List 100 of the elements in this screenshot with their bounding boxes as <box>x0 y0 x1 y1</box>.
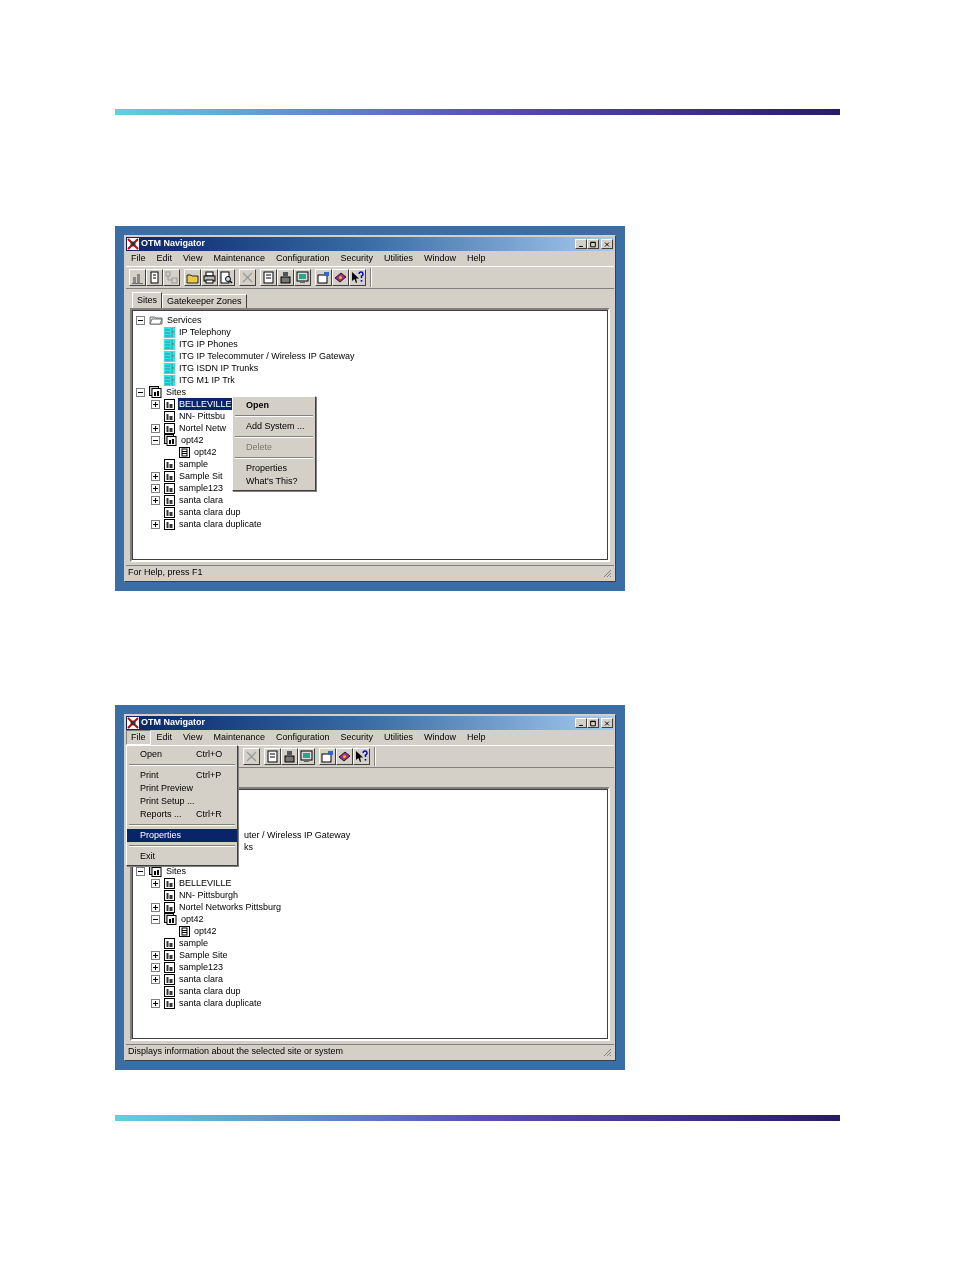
tree-item[interactable]: sample <box>178 937 209 949</box>
tree-item[interactable]: santa clara <box>178 973 225 985</box>
menu-item[interactable]: Reports ... Ctrl+R <box>127 808 237 821</box>
expander-toggle[interactable] <box>136 866 145 876</box>
toolbar-button[interactable] <box>298 748 315 765</box>
menu-bar-item[interactable]: Security <box>335 251 378 266</box>
maximize-button[interactable] <box>587 239 599 249</box>
expander-toggle[interactable] <box>151 519 160 529</box>
tree-item[interactable]: opt42 <box>180 434 205 446</box>
toolbar-button[interactable] <box>184 269 201 286</box>
tree-item[interactable]: sample123 <box>178 482 225 494</box>
tree-item[interactable]: sample <box>178 458 209 470</box>
menu-item[interactable]: Properties <box>233 462 315 475</box>
tab[interactable]: Gatekeeper Zones <box>162 294 247 308</box>
tree-item[interactable]: santa clara dup <box>178 506 242 518</box>
menu-bar-item[interactable]: Security <box>335 730 378 745</box>
resize-grip-icon[interactable] <box>602 1047 612 1057</box>
expander-toggle[interactable] <box>151 435 160 445</box>
tree-item[interactable]: ITG IP Phones <box>178 338 239 350</box>
menu-item[interactable]: Properties <box>127 829 237 842</box>
toolbar-button[interactable] <box>277 269 294 286</box>
toolbar-button[interactable] <box>243 748 260 765</box>
toolbar-button[interactable] <box>264 748 281 765</box>
toolbar-button[interactable] <box>129 269 146 286</box>
toolbar-button[interactable] <box>239 269 256 286</box>
toolbar-button[interactable] <box>146 269 163 286</box>
expander-toggle[interactable] <box>151 902 160 912</box>
tree-item[interactable]: Sites <box>165 386 187 398</box>
toolbar-button[interactable] <box>281 748 298 765</box>
menu-item[interactable]: Open Ctrl+O <box>127 748 237 761</box>
tree-item[interactable]: sample123 <box>178 961 225 973</box>
menu-item[interactable]: Print Preview <box>127 782 237 795</box>
tree-item[interactable]: Sample Site <box>178 949 229 961</box>
close-button[interactable] <box>601 239 613 249</box>
tree-item[interactable]: santa clara <box>178 494 225 506</box>
expander-toggle[interactable] <box>151 878 160 888</box>
expander-toggle[interactable] <box>151 495 160 505</box>
expander-toggle[interactable] <box>151 962 160 972</box>
maximize-button[interactable] <box>587 718 599 728</box>
menu-item[interactable]: Add System ... <box>233 420 315 433</box>
expander-toggle[interactable] <box>151 399 160 409</box>
menu-bar-item[interactable]: Window <box>419 730 462 745</box>
tree-item[interactable]: ITG ISDN IP Trunks <box>178 362 260 374</box>
close-button[interactable] <box>601 718 613 728</box>
expander-toggle[interactable] <box>151 471 160 481</box>
menu-bar-item[interactable]: Configuration <box>270 730 335 745</box>
menu-bar-item[interactable]: Help <box>462 251 491 266</box>
expander-toggle[interactable] <box>151 998 160 1008</box>
tree-item[interactable]: ITG IP Telecommuter / Wireless IP Gateway <box>178 350 356 362</box>
menu-item[interactable]: Open <box>233 399 315 412</box>
menu-bar-item[interactable]: Maintenance <box>208 730 270 745</box>
toolbar-button[interactable] <box>163 269 180 286</box>
menu-bar-item[interactable]: Maintenance <box>208 251 270 266</box>
minimize-button[interactable] <box>575 239 587 249</box>
tree-item[interactable]: santa clara dup <box>178 985 242 997</box>
menu-bar-item[interactable]: Edit <box>151 251 178 266</box>
menu-item[interactable]: What's This? <box>233 475 315 488</box>
menu-bar-item[interactable]: Window <box>419 251 462 266</box>
toolbar-button[interactable] <box>201 269 218 286</box>
tree-item[interactable]: NN- Pittsburgh <box>178 889 240 901</box>
tree-item[interactable]: santa clara duplicate <box>178 997 263 1009</box>
expander-toggle[interactable] <box>151 423 160 433</box>
tab[interactable]: Sites <box>132 292 162 308</box>
menu-item[interactable]: Print Ctrl+P <box>127 769 237 782</box>
tree-item[interactable]: opt42 <box>180 913 205 925</box>
tree-item[interactable]: BELLEVILLE <box>178 398 233 410</box>
menu-bar-item[interactable]: Help <box>462 730 491 745</box>
menu-bar-item[interactable]: Utilities <box>379 251 418 266</box>
menu-bar-item[interactable]: Configuration <box>270 251 335 266</box>
tree-item[interactable]: Sites <box>165 865 187 877</box>
tree-item[interactable]: Services <box>166 314 203 326</box>
tree-item[interactable]: Nortel Networks Pittsburg <box>178 901 283 913</box>
menu-bar-item[interactable]: View <box>178 251 208 266</box>
expander-toggle[interactable] <box>151 974 160 984</box>
toolbar-button[interactable] <box>319 748 336 765</box>
tree-item[interactable]: Sample Sit <box>178 470 224 482</box>
tree-item[interactable]: Nortel Netw <box>178 422 227 434</box>
tree-item[interactable]: ITG M1 IP Trk <box>178 374 236 386</box>
tree-item[interactable]: opt42 <box>193 925 218 937</box>
tree-item[interactable]: NN- Pittsbu <box>178 410 226 422</box>
menu-bar-item[interactable]: Edit <box>151 730 178 745</box>
expander-toggle[interactable] <box>151 950 160 960</box>
menu-bar-item[interactable]: File <box>126 251 151 266</box>
menu-item[interactable]: Exit <box>127 850 237 863</box>
toolbar-button[interactable] <box>349 269 366 286</box>
menu-bar-item[interactable]: Utilities <box>379 730 418 745</box>
toolbar-button[interactable] <box>294 269 311 286</box>
expander-toggle[interactable] <box>136 315 145 325</box>
menu-bar-item[interactable]: File <box>126 730 151 745</box>
menu-bar-item[interactable]: View <box>178 730 208 745</box>
tree-item[interactable]: BELLEVILLE <box>178 877 233 889</box>
expander-toggle[interactable] <box>136 387 145 397</box>
expander-toggle[interactable] <box>151 483 160 493</box>
minimize-button[interactable] <box>575 718 587 728</box>
tree-item[interactable]: IP Telephony <box>178 326 232 338</box>
toolbar-button[interactable] <box>218 269 235 286</box>
resize-grip-icon[interactable] <box>602 568 612 578</box>
menu-item[interactable]: Print Setup ... <box>127 795 237 808</box>
tree-item[interactable]: santa clara duplicate <box>178 518 263 530</box>
toolbar-button[interactable] <box>353 748 370 765</box>
